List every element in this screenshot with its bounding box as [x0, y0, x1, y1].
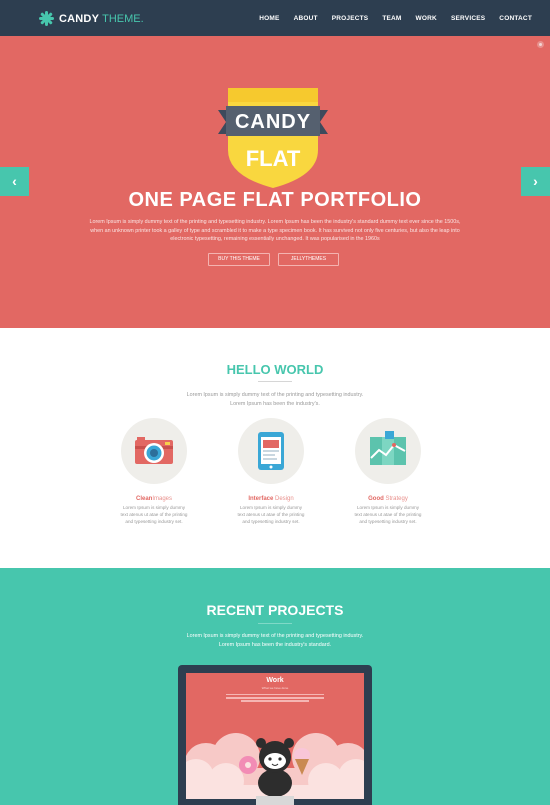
hero-description: Lorem Ipsum is simply dummy text of the … [89, 219, 461, 243]
nav-projects[interactable]: PROJECTS [332, 15, 369, 22]
logo-flower-icon [39, 11, 54, 26]
feature-title: CleanImages [135, 496, 173, 502]
hello-title: HELLO WORLD [226, 362, 324, 377]
logo[interactable]: CANDY THEME. [39, 11, 144, 26]
feature-icon-circle [121, 418, 187, 484]
camera-icon [135, 437, 173, 464]
hello-description: Lorem Ipsum is simply dummy text of the … [186, 392, 364, 407]
nav-services[interactable]: SERVICES [451, 15, 485, 22]
logo-suffix: THEME. [102, 12, 144, 25]
nav-team[interactable]: TEAM [382, 15, 401, 22]
map-icon [370, 431, 406, 465]
hero-title: ONE PAGE FLAT PORTFOLIO [128, 189, 422, 211]
jellythemes-button[interactable]: JELLYTHEMES [278, 253, 339, 266]
feature-good-strategy: Good Strategy Lorem Ipsum is simply dumm… [348, 418, 428, 525]
tablet-icon [258, 432, 284, 470]
slider-indicator-icon[interactable] [537, 41, 544, 48]
logo-name: CANDY [59, 12, 100, 25]
project-preview-screen[interactable]: Work What we have done [186, 673, 364, 799]
feature-icon-circle [238, 418, 304, 484]
nav-about[interactable]: ABOUT [294, 15, 318, 22]
bear-mascot-illustration [239, 738, 310, 797]
feature-text: Lorem Ipsum is simply dummy text atenus … [354, 505, 422, 524]
nav-work[interactable]: WORK [416, 15, 437, 22]
title-divider [258, 623, 292, 624]
main-menu: HOME ABOUT PROJECTS TEAM WORK SERVICES C… [245, 0, 532, 36]
feature-title: Interface Design [248, 496, 294, 502]
projects-description: Lorem Ipsum is simply dummy text of the … [186, 633, 364, 648]
feature-interface-design: Interface Design Lorem Ipsum is simply d… [231, 418, 311, 525]
hello-section: HELLO WORLD Lorem Ipsum is simply dummy … [0, 328, 550, 568]
projects-section: RECENT PROJECTS Lorem Ipsum is simply du… [0, 568, 550, 805]
feature-text: Lorem Ipsum is simply dummy text atenus … [120, 505, 188, 524]
hero-slider: ‹ › CANDY FLAT ONE PAGE FLAT PORTFOLIO L… [0, 36, 550, 328]
top-navbar: CANDY THEME. HOME ABOUT PROJECTS TEAM WO… [0, 0, 550, 36]
title-divider [258, 381, 292, 382]
feature-icon-circle [355, 418, 421, 484]
projects-title: RECENT PROJECTS [206, 602, 344, 618]
monitor-mockup[interactable]: Work What we have done [178, 665, 372, 805]
nav-contact[interactable]: CONTACT [499, 15, 532, 22]
nav-home[interactable]: HOME [259, 15, 279, 22]
badge-text-candy: CANDY [235, 111, 311, 133]
feature-clean-images: CleanImages Lorem Ipsum is simply dummy … [114, 418, 194, 525]
badge-text-flat: FLAT [246, 146, 301, 171]
candy-flat-badge: CANDY FLAT [218, 88, 328, 188]
monitor-stand [256, 796, 294, 805]
feature-title: Good Strategy [368, 496, 408, 502]
buy-theme-button[interactable]: BUY THIS THEME [208, 253, 270, 266]
feature-text: Lorem Ipsum is simply dummy text atenus … [237, 505, 305, 524]
